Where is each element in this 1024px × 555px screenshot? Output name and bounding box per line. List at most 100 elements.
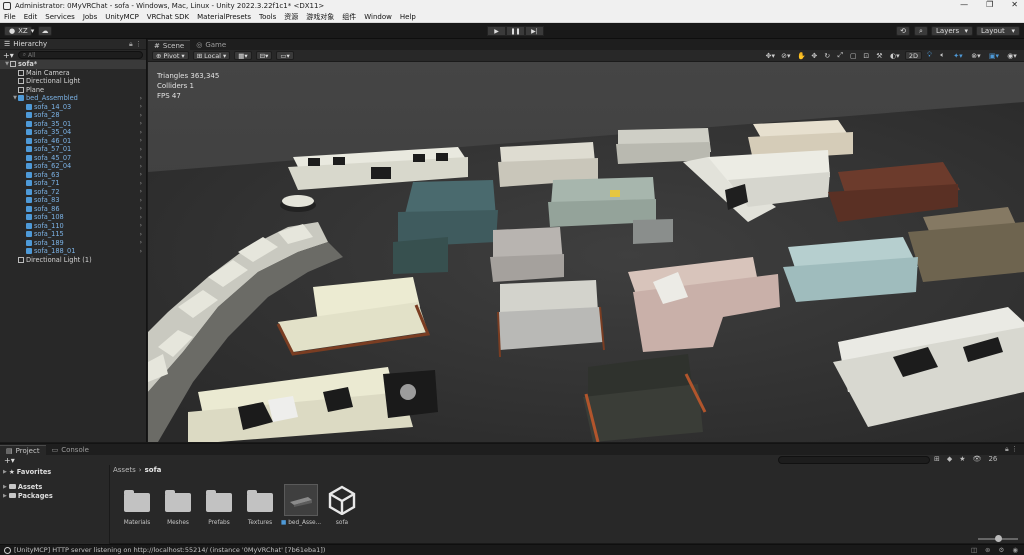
lock-icon[interactable]: 🔒︎ ⋮ [129, 40, 142, 49]
hierarchy-item[interactable]: sofa_83 › [0, 196, 146, 205]
hierarchy-item[interactable]: sofa_14_03 › [0, 103, 146, 112]
menu-material-presets[interactable]: MaterialPresets [193, 13, 255, 21]
hierarchy-search-input[interactable]: ⌕ All [17, 51, 143, 59]
hierarchy-item[interactable]: sofa_46_01 › [0, 137, 146, 146]
collab-icon[interactable]: ⊛ [985, 546, 990, 554]
history-button[interactable]: ⟲ [896, 26, 910, 36]
hierarchy-item[interactable]: sofa_35_01 › [0, 120, 146, 129]
chevron-right-icon[interactable]: › [140, 163, 142, 170]
close-button[interactable]: ✕ [1011, 0, 1018, 9]
step-button[interactable]: ▶| [525, 26, 544, 36]
view-options-button[interactable]: ▭▾ [276, 51, 294, 60]
rotate-tool-icon[interactable]: ↻ [822, 51, 833, 60]
hierarchy-item[interactable]: sofa_62_04 › [0, 162, 146, 171]
ottoman-grey[interactable] [633, 219, 673, 244]
menu-services[interactable]: Services [41, 13, 79, 21]
scale-tool-icon[interactable]: ⤢ [835, 51, 846, 60]
asset-sofa-scene[interactable]: sofa [325, 484, 359, 526]
chevron-right-icon[interactable]: › [140, 248, 142, 255]
chevron-right-icon[interactable]: › [140, 197, 142, 204]
chevron-right-icon[interactable]: › [140, 180, 142, 187]
menu-vrchat-sdk[interactable]: VRChat SDK [143, 13, 193, 21]
chevron-right-icon[interactable]: › [140, 188, 142, 195]
hand-tool-icon[interactable]: ✋ [796, 51, 807, 60]
space-toggle[interactable]: ⊞ Local ▾ [192, 51, 231, 60]
play-button[interactable]: ▶ [487, 26, 506, 36]
add-icon[interactable]: +▾ [3, 51, 14, 60]
hierarchy-item[interactable]: sofa_71 › [0, 179, 146, 188]
pivot-toggle[interactable]: ⊕ Pivot ▾ [152, 51, 189, 60]
hierarchy-item[interactable]: sofa_188_01 › [0, 247, 146, 256]
sofa-mint[interactable] [783, 237, 918, 302]
restore-button[interactable]: ❐ [986, 0, 993, 9]
layout-dropdown[interactable]: Layout ▾ [976, 26, 1020, 36]
chevron-right-icon[interactable]: › [140, 214, 142, 221]
hierarchy-item[interactable]: sofa_63 › [0, 171, 146, 180]
visibility-icon[interactable]: 👁︎ [973, 455, 982, 463]
chevron-right-icon[interactable]: › [140, 103, 142, 110]
progress-icon[interactable]: ◫ [971, 546, 977, 554]
hidden-objects-icon[interactable]: ⊗▾ [968, 51, 984, 60]
menu-edit[interactable]: Edit [20, 13, 42, 21]
camera-options-icon[interactable]: ▣▾ [986, 51, 1002, 60]
custom-tool-icon[interactable]: ⚒ [874, 51, 885, 60]
hierarchy-item[interactable]: ▼ sofa* [0, 60, 146, 69]
scene-render[interactable] [148, 62, 1024, 442]
menu-gameobject[interactable]: 游戏对象 [302, 12, 338, 22]
tab-game[interactable]: ◎ Game [190, 40, 233, 50]
scene-viewport[interactable]: Triangles 363,345 Colliders 1 FPS 47 [148, 62, 1024, 442]
asset-bed-assembled-prefab[interactable]: ■ bed_Asse... [281, 484, 321, 526]
sofa-dark-green[interactable] [583, 354, 707, 442]
menu-file[interactable]: File [0, 13, 20, 21]
lighting-icon[interactable]: 💡︎ [924, 51, 935, 60]
snap-increment-button[interactable]: ⊟▾ [255, 51, 273, 60]
hierarchy-item[interactable]: sofa_45_07 › [0, 154, 146, 163]
menu-window[interactable]: Window [360, 13, 396, 21]
pause-button[interactable]: ❚❚ [506, 26, 525, 36]
search-button[interactable]: ⌕ [914, 26, 928, 36]
add-icon[interactable]: +▾ [4, 456, 15, 465]
chevron-right-icon[interactable]: › [140, 205, 142, 212]
favorite-icon[interactable]: ★ [959, 455, 965, 463]
asset-materials-folder[interactable]: Materials [120, 484, 154, 526]
folder-packages[interactable]: ▶ Packages [0, 491, 109, 500]
tab-scene[interactable]: # Scene [148, 40, 191, 50]
menu-tools[interactable]: Tools [255, 13, 280, 21]
chevron-right-icon[interactable]: › [140, 120, 142, 127]
tab-project[interactable]: ▤ Project [0, 445, 46, 455]
status-message[interactable]: [UnityMCP] HTTP server listening on http… [14, 546, 325, 554]
gizmos-icon[interactable]: ◉▾ [1004, 51, 1020, 60]
asset-prefabs-folder[interactable]: Prefabs [202, 484, 236, 526]
chevron-right-icon[interactable]: › [140, 129, 142, 136]
hierarchy-item[interactable]: ▼ bed_Assembled › [0, 94, 146, 103]
project-search-input[interactable] [778, 456, 930, 464]
cloud-button[interactable]: ☁ [38, 26, 52, 36]
hierarchy-item[interactable]: sofa_189 › [0, 239, 146, 248]
account-dropdown[interactable]: ● XZ ▾ [4, 26, 34, 36]
chevron-right-icon[interactable]: › [140, 137, 142, 144]
folder-assets[interactable]: ▶ Assets [0, 482, 109, 491]
notification-icon[interactable]: ◉ [1012, 546, 1018, 554]
chevron-right-icon[interactable]: › [140, 171, 142, 178]
effects-icon[interactable]: ✦▾ [950, 51, 966, 60]
menu-unitymcp[interactable]: UnityMCP [101, 13, 143, 21]
hierarchy-item[interactable]: Plane [0, 86, 146, 95]
asset-meshes-folder[interactable]: Meshes [161, 484, 195, 526]
filter-type-icon[interactable]: ⊞ [934, 455, 940, 463]
panel-menu-icon[interactable]: 🔒︎ ⋮ [1005, 445, 1018, 454]
menu-component[interactable]: 组件 [338, 12, 360, 22]
move-tool-icon[interactable]: ✥ [809, 51, 820, 60]
chevron-right-icon[interactable]: › [140, 154, 142, 161]
asset-textures-folder[interactable]: Textures [243, 484, 277, 526]
chevron-right-icon[interactable]: › [140, 222, 142, 229]
tab-console[interactable]: ▭ Console [45, 445, 95, 455]
move-tool-options-icon[interactable]: ✥▾ [765, 51, 776, 60]
chevron-right-icon[interactable]: › [140, 146, 142, 153]
sofa-grey-back[interactable] [616, 128, 711, 164]
ottoman-round[interactable] [280, 195, 316, 212]
chevron-right-icon[interactable]: › [140, 112, 142, 119]
sofa-olive[interactable] [908, 207, 1024, 282]
hierarchy-item[interactable]: Directional Light (1) [0, 256, 146, 265]
layers-dropdown[interactable]: Layers ▾ [931, 26, 973, 36]
minimize-button[interactable]: — [960, 0, 968, 9]
